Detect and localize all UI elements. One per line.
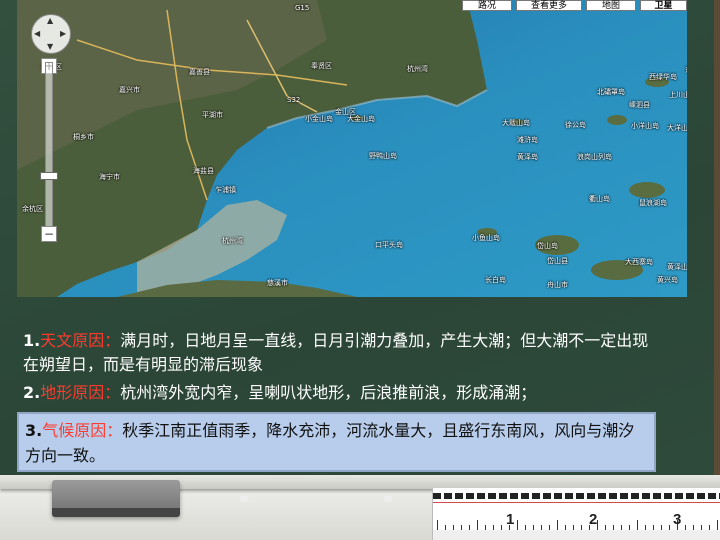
map-place-label: 海盐县 [193, 167, 214, 175]
point-astronomical: 1.天文原因：满月时，日地月呈一直线，日月引潮力叠加，产生大潮；但大潮不一定出现… [23, 329, 663, 377]
point-number: 2. [23, 383, 41, 402]
ruler-tick [517, 520, 518, 530]
map-place-label: 野鸭山岛 [369, 152, 397, 160]
point-label: 天文原因： [40, 331, 121, 350]
chalk-piece-icon [384, 496, 392, 502]
map-type-traffic[interactable]: 路况 [462, 0, 512, 11]
map-place-label: 嘉兴市 [119, 86, 140, 94]
map-place-label: 舟山市 [547, 281, 568, 289]
zoom-slider-handle[interactable] [40, 172, 58, 180]
map-place-label: 乍浦镇 [215, 186, 236, 194]
ruler-tick [637, 520, 638, 530]
map-place-label: 上川山岛 [669, 91, 687, 99]
ruler-tick [477, 520, 478, 530]
map-place-label: 鼠浪湖岛 [639, 199, 667, 207]
point-label: 地形原因： [40, 383, 121, 402]
map-place-label: 大戢山岛 [502, 119, 530, 127]
map-place-label: 小鱼山岛 [472, 234, 500, 242]
ruler-number-3: 3 [673, 511, 682, 528]
point-number: 1. [23, 331, 41, 350]
map-place-label: 小洋山岛 [631, 122, 659, 130]
ruler-tick [717, 520, 718, 530]
zoom-out-button[interactable]: − [41, 226, 57, 242]
ruler-stripe [433, 493, 720, 499]
map-place-label: 奉贤区 [311, 62, 332, 70]
map-place-label: 北礵罩岛 [597, 88, 625, 96]
map-type-map[interactable]: 地图 [586, 0, 636, 11]
map-place-label: 徐公岛 [565, 121, 586, 129]
ruler-tick [557, 520, 558, 530]
map-place-label: 浪岗山列岛 [577, 153, 612, 161]
satellite-map[interactable]: 路况 查看更多 地图 卫星 南浔区嘉兴市桐乡市海宁市平湖市海盐县乍浦镇杭州湾嘉善… [17, 0, 687, 297]
eraser-felt [52, 508, 180, 517]
point-terrain: 2.地形原因：杭州湾外宽内窄，呈喇叭状地形，后浪推前浪，形成涌潮； [23, 381, 683, 405]
map-place-label: 西绿华岛 [649, 73, 677, 81]
map-place-label: 大洋山岛 [667, 124, 687, 132]
point-number: 3. [25, 421, 43, 440]
map-place-label: G15 [295, 4, 310, 12]
map-place-label: 慈溪市 [267, 279, 288, 287]
map-type-satellite[interactable]: 卫星 [640, 0, 687, 11]
map-place-label: 杭州湾 [407, 65, 428, 73]
map-imagery [17, 0, 687, 297]
ruler-number-2: 2 [589, 511, 598, 528]
ruler: 1 2 3 [432, 488, 720, 540]
point-text: 杭州湾外宽内窄，呈喇叭状地形，后浪推前浪，形成涌潮； [120, 383, 537, 402]
map-place-label: 桐乡市 [73, 133, 94, 141]
map-place-label: 岱山县 [547, 257, 568, 265]
map-place-label: 平湖市 [202, 111, 223, 119]
map-place-label: 长白岛 [485, 276, 506, 284]
ruler-red-line [433, 502, 720, 503]
ruler-number-1: 1 [506, 511, 515, 528]
pan-control-icon[interactable]: ▲ ▼ ◀ ▶ [31, 14, 71, 54]
map-place-label: 滩浒岛 [517, 136, 538, 144]
map-place-label: 余杭区 [22, 205, 43, 213]
point-label: 气候原因： [42, 421, 123, 440]
map-place-label: 嘉善县 [189, 68, 210, 76]
map-place-label: 嵊泗县 [629, 101, 650, 109]
map-place-label: 岱山岛 [537, 242, 558, 250]
map-place-label: 海宁市 [99, 173, 120, 181]
ruler-tick [437, 520, 438, 530]
map-place-label: 黄泽岛 [517, 153, 538, 161]
map-place-label: 小金山岛 [305, 115, 333, 123]
map-type-more[interactable]: 查看更多 [516, 0, 582, 11]
zoom-slider-track[interactable] [45, 62, 53, 237]
map-place-label: 大金山岛 [347, 115, 375, 123]
map-place-label: 黄泽山岛 [667, 263, 687, 271]
map-place-label: 杭州湾 [222, 237, 243, 245]
ruler-base [433, 530, 720, 540]
map-place-label: 大西寨岛 [625, 258, 653, 266]
chalk-piece-icon [240, 496, 248, 502]
map-place-label: 口平头岛 [375, 241, 403, 249]
map-place-label: 东绿华岛 [685, 65, 687, 75]
map-place-label: 黄兴岛 [657, 276, 678, 284]
point-climate-box: 3.气候原因：秋季江南正值雨季，降水充沛，河流水量大，且盛行东南风，风向与潮汐方… [17, 412, 656, 472]
map-place-label: S32 [287, 96, 301, 104]
map-place-label: 衢山岛 [589, 195, 610, 203]
